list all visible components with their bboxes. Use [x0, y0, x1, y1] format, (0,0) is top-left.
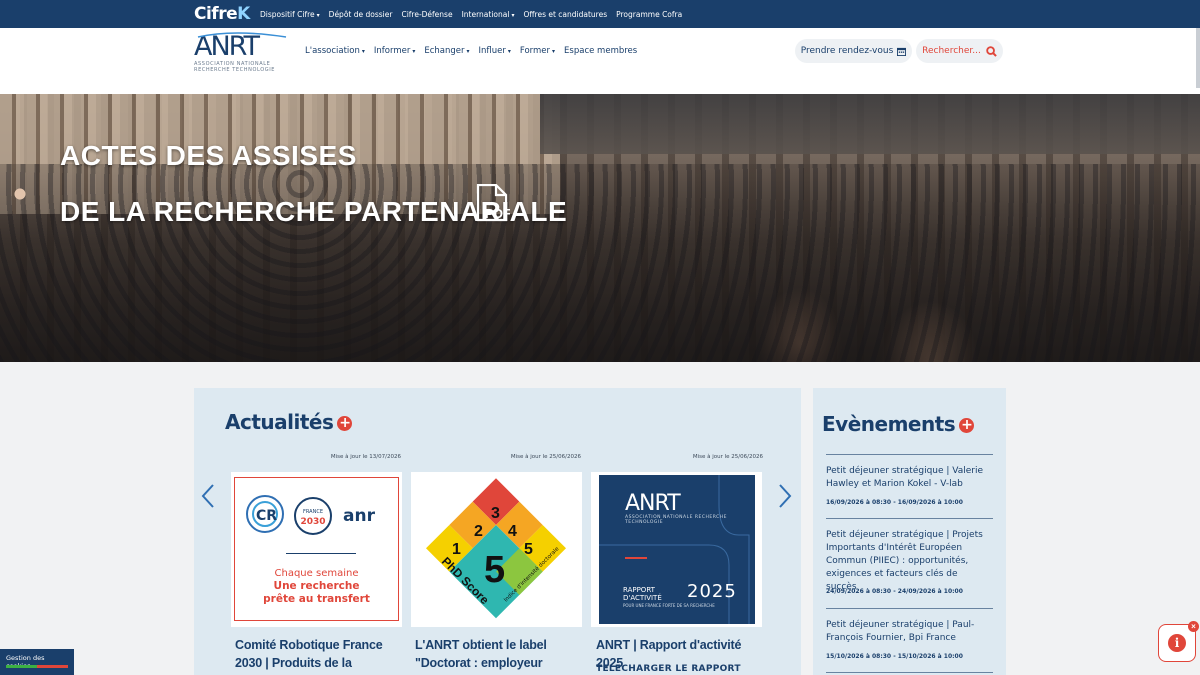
- news-card-2-title[interactable]: L'ANRT obtient le label "Doctorat : empl…: [415, 636, 585, 675]
- report-year: 2025: [687, 581, 737, 602]
- report-tagline: POUR UNE FRANCE FORTE DE SA RECHERCHE: [623, 603, 715, 608]
- page-scrollbar[interactable]: [1196, 28, 1200, 88]
- event-3-title[interactable]: Petit déjeuner stratégique | Paul-Franço…: [826, 619, 986, 645]
- topnav-dispositif-cifre[interactable]: Dispositif Cifre: [260, 10, 320, 19]
- event-3-date: 15/10/2026 à 08:30 - 15/10/2026 à 10:00: [826, 653, 963, 660]
- svg-text:FRANCE: FRANCE: [303, 509, 323, 515]
- news-card-1-updated: Mise à jour le 13/07/2026: [330, 454, 401, 460]
- svg-text:CR: CR: [256, 508, 277, 524]
- nav-influer[interactable]: Influer: [479, 46, 511, 56]
- divider: [826, 672, 993, 673]
- event-1-title[interactable]: Petit déjeuner stratégique | Valerie Haw…: [826, 465, 986, 491]
- svg-text:3: 3: [491, 505, 500, 522]
- news-card-2-image[interactable]: 1 2 3 4 5 5 PhD Score Indice d'intensité…: [411, 472, 582, 627]
- divider: [826, 608, 993, 609]
- search-icon: [986, 45, 997, 57]
- phd-score-logo: 1 2 3 4 5 5 PhD Score Indice d'intensité…: [425, 478, 567, 619]
- events-heading: Evènements +: [822, 412, 975, 436]
- news-card-1-image[interactable]: CR FRANCE 2030 anr Chaque semaine Une re…: [231, 472, 402, 627]
- carousel-prev-icon[interactable]: [201, 483, 215, 509]
- topnav-depot-dossier[interactable]: Dépôt de dossier: [329, 10, 393, 19]
- svg-text:2030: 2030: [300, 517, 325, 527]
- event-2-date: 24/09/2026 à 08:30 - 24/09/2026 à 10:00: [826, 588, 963, 595]
- cookie-status-bar: [6, 665, 68, 668]
- divider: [826, 518, 993, 519]
- anr-logo: anr: [343, 506, 375, 526]
- svg-text:2: 2: [474, 523, 483, 540]
- nav-echanger[interactable]: Echanger: [424, 46, 469, 56]
- comite-robotique-logo: CR: [246, 495, 284, 533]
- divider: [286, 553, 356, 554]
- event-1-date: 16/09/2026 à 08:30 - 16/09/2026 à 10:00: [826, 499, 963, 506]
- card-1-tagline: Chaque semaine Une recherche prête au tr…: [263, 568, 370, 605]
- report-title: RAPPORT D'ACTIVITÉ: [623, 586, 662, 602]
- svg-text:PDF: PDF: [485, 206, 510, 221]
- info-button[interactable]: i ×: [1158, 621, 1199, 662]
- add-news-icon[interactable]: +: [337, 416, 353, 431]
- news-card-1-title[interactable]: Comité Robotique France 2030 | Produits …: [235, 636, 405, 675]
- search-label: Rechercher...: [922, 46, 981, 56]
- cifre-logo[interactable]: CifreK: [194, 4, 250, 24]
- topnav-offres[interactable]: Offres et candidatures: [523, 10, 607, 19]
- topnav-cifre-defense[interactable]: Cifre-Défense: [401, 10, 452, 19]
- report-cover: ANRT ASSOCIATION NATIONALE RECHERCHE TEC…: [599, 475, 755, 624]
- hero-ceiling: [540, 94, 1200, 154]
- download-report-link[interactable]: TELECHARGER LE RAPPORT: [596, 664, 741, 674]
- svg-text:4: 4: [508, 523, 517, 540]
- news-section: Actualités + Mise à jour le 13/07/2026 CR…: [194, 388, 801, 675]
- svg-text:5: 5: [524, 541, 533, 558]
- top-nav: Dispositif Cifre Dépôt de dossier Cifre-…: [260, 0, 682, 28]
- news-card-2-updated: Mise à jour le 25/06/2026: [510, 454, 581, 460]
- appointment-label: Prendre rendez-vous: [800, 46, 894, 56]
- events-section: Evènements + Petit déjeuner stratégique |…: [813, 388, 1006, 675]
- pdf-icon[interactable]: PDF: [474, 184, 510, 222]
- search-button[interactable]: Rechercher...: [916, 39, 1003, 63]
- report-accent-line: [625, 557, 647, 559]
- info-icon: i: [1168, 634, 1186, 652]
- news-heading: Actualités +: [225, 410, 353, 434]
- svg-text:5: 5: [484, 549, 505, 591]
- topnav-cofra[interactable]: Programme Cofra: [616, 10, 682, 19]
- add-event-icon[interactable]: +: [959, 418, 975, 433]
- report-anrt-subtitle: ASSOCIATION NATIONALE RECHERCHE TECHNOLO…: [625, 515, 727, 525]
- cookie-settings-button[interactable]: Gestion des cookies: [0, 649, 74, 675]
- topnav-international[interactable]: International: [462, 10, 515, 19]
- anrt-logo-subtitle: ASSOCIATION NATIONALE RECHERCHE TECHNOLO…: [194, 61, 276, 73]
- calendar-icon: [897, 47, 907, 56]
- divider: [826, 454, 993, 455]
- news-card-3-image[interactable]: ANRT ASSOCIATION NATIONALE RECHERCHE TEC…: [591, 472, 762, 627]
- nav-former[interactable]: Former: [520, 46, 555, 56]
- report-anrt-logo: ANRT: [625, 491, 681, 516]
- france-2030-logo: FRANCE 2030: [294, 497, 332, 535]
- main-nav: L'association Informer Echanger Influer …: [305, 46, 637, 56]
- appointment-button[interactable]: Prendre rendez-vous: [795, 39, 912, 63]
- nav-informer[interactable]: Informer: [374, 46, 415, 56]
- carousel-next-icon[interactable]: [778, 483, 792, 509]
- site-header: ANRT ASSOCIATION NATIONALE RECHERCHE TEC…: [0, 28, 1200, 94]
- event-2-title[interactable]: Petit déjeuner stratégique | Projets Imp…: [826, 529, 986, 594]
- nav-espace-membres[interactable]: Espace membres: [564, 46, 637, 56]
- nav-association[interactable]: L'association: [305, 46, 365, 56]
- close-icon[interactable]: ×: [1188, 621, 1199, 632]
- top-bar: CifreK Dispositif Cifre Dépôt de dossier…: [0, 0, 1200, 28]
- news-card-3-updated: Mise à jour le 25/06/2026: [692, 454, 763, 460]
- svg-text:1: 1: [452, 541, 461, 558]
